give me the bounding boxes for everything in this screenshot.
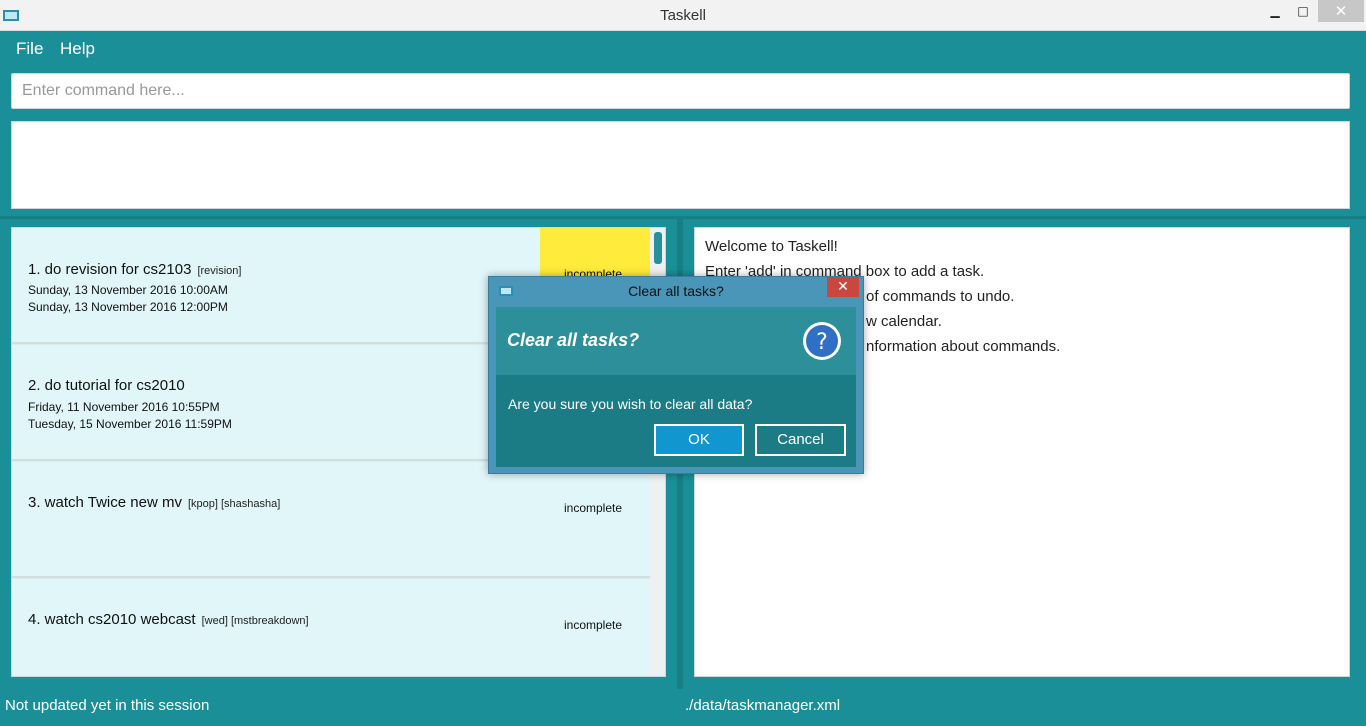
task-tags: [wed] [mstbreakdown]	[201, 615, 309, 627]
scroll-thumb[interactable]	[654, 232, 662, 264]
task-end-date: Tuesday, 15 November 2016 11:59PM	[28, 417, 232, 431]
title-bar: Taskell ▁ □ ✕	[0, 0, 1366, 31]
dialog-message: Are you sure you wish to clear all data?	[508, 396, 753, 412]
task-status: incomplete	[564, 501, 623, 515]
welcome-line: Welcome to Taskell!	[705, 238, 838, 255]
dialog-close-button[interactable]: ✕	[827, 277, 859, 297]
task-status: incomplete	[564, 618, 623, 632]
question-icon: ?	[803, 322, 841, 360]
close-button[interactable]: ✕	[1318, 0, 1364, 22]
task-start-date: Sunday, 13 November 2016 10:00AM	[28, 283, 228, 297]
task-end-date: Sunday, 13 November 2016 12:00PM	[28, 300, 228, 314]
task-name: 4. watch cs2010 webcast [wed] [mstbreakdo…	[28, 611, 309, 628]
task-tags: [revision]	[197, 265, 242, 277]
dialog-title: Clear all tasks?	[628, 283, 724, 299]
dialog-header: Clear all tasks? ?	[496, 307, 856, 375]
task-card-4[interactable]: 4. watch cs2010 webcast [wed] [mstbreakdo…	[12, 579, 650, 676]
task-start-date: Friday, 11 November 2016 10:55PM	[28, 400, 220, 414]
dialog-title-bar[interactable]: Clear all tasks? ✕	[489, 277, 863, 305]
dialog-heading: Clear all tasks?	[507, 330, 640, 350]
status-bar: Not updated yet in this session ./data/t…	[0, 689, 1366, 726]
minimize-button[interactable]: ▁	[1262, 0, 1288, 22]
maximize-button[interactable]: □	[1290, 0, 1316, 22]
task-tags: [kpop] [shashasha]	[187, 498, 281, 510]
svg-text:?: ?	[816, 330, 828, 355]
task-card-3[interactable]: 3. watch Twice new mv [kpop] [shashasha] …	[12, 462, 650, 578]
task-name: 3. watch Twice new mv [kpop] [shashasha]	[28, 494, 281, 511]
task-name: 2. do tutorial for cs2010	[28, 377, 185, 394]
command-box	[11, 73, 1350, 109]
separator	[0, 216, 1366, 219]
confirm-dialog: Clear all tasks? ✕ Clear all tasks? ? Ar…	[488, 276, 864, 474]
menu-file[interactable]: File	[16, 39, 43, 59]
cancel-button[interactable]: Cancel	[755, 424, 846, 456]
sync-status: Not updated yet in this session	[5, 697, 210, 714]
ok-button[interactable]: OK	[654, 424, 744, 456]
save-location: ./data/taskmanager.xml	[685, 697, 841, 714]
task-name: 1. do revision for cs2103 [revision]	[28, 261, 242, 278]
menu-help[interactable]: Help	[60, 39, 95, 59]
result-display	[11, 121, 1350, 209]
window-title: Taskell	[660, 7, 706, 24]
dialog-body: Clear all tasks? ? Are you sure you wish…	[496, 307, 856, 467]
command-input[interactable]	[12, 74, 1349, 108]
menu-bar: File Help	[0, 31, 1366, 67]
